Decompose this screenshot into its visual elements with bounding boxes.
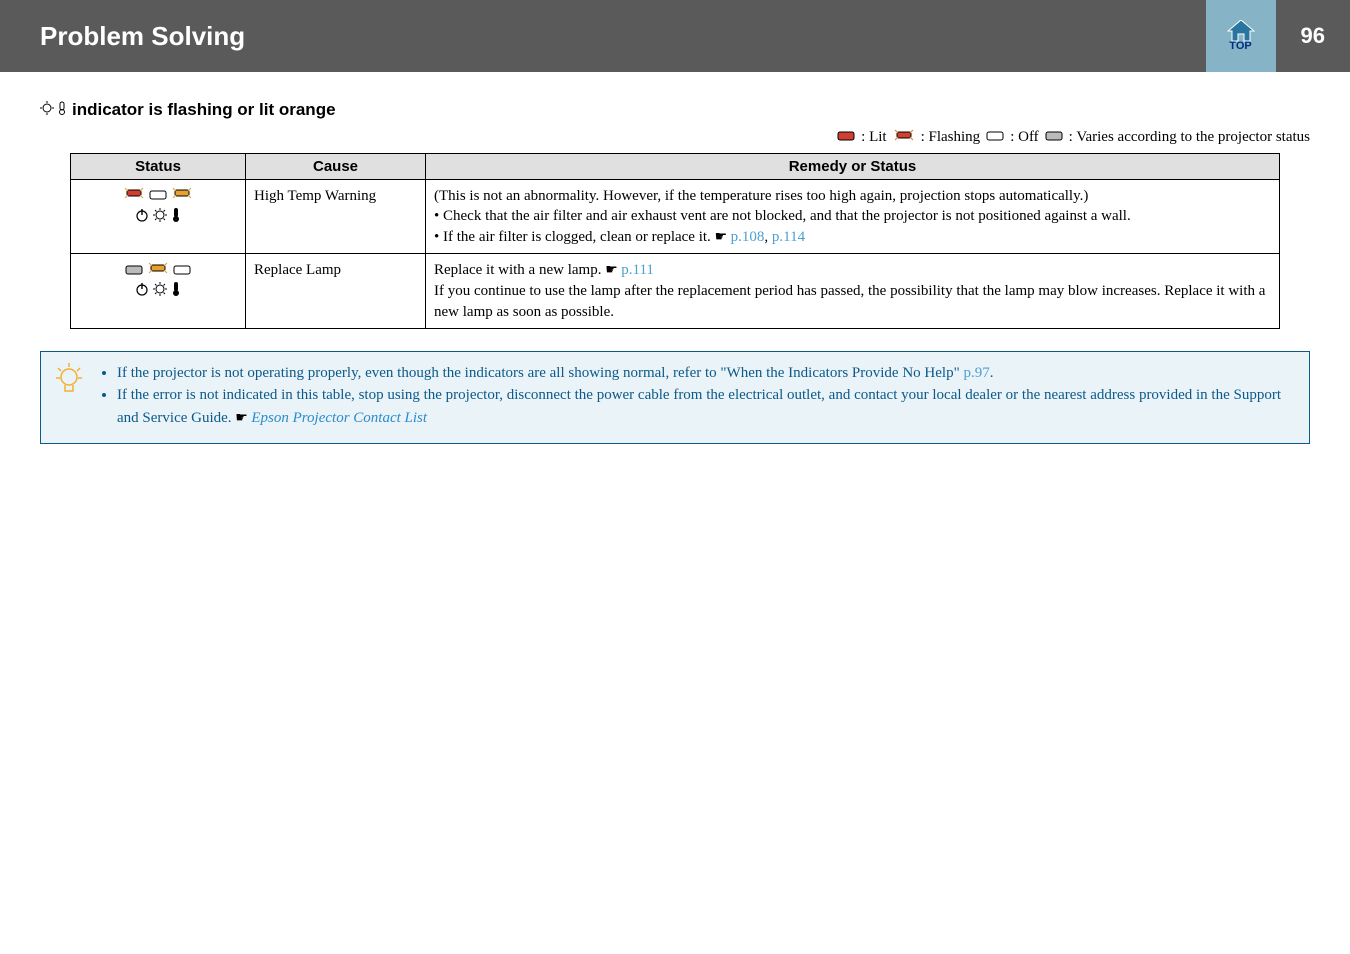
pointer-icon: ☛: [715, 230, 731, 245]
cause-cell: Replace Lamp: [246, 254, 426, 328]
lit-label: : Lit: [861, 129, 886, 146]
header-right: TOP 96: [1206, 0, 1350, 72]
page-link[interactable]: p.108: [731, 229, 765, 245]
remedy-bullet: • Check that the air filter and air exha…: [434, 206, 1271, 226]
status-varies-icon: [125, 261, 143, 281]
remedy-line: (This is not an abnormality. However, if…: [434, 186, 1271, 206]
header-bar: Problem Solving TOP 96: [0, 0, 1350, 72]
remedy-line: Replace it with a new lamp. ☛ p.111: [434, 260, 1271, 281]
status-lit-flash-orange-icon: [123, 186, 145, 206]
lit-icon: [837, 129, 855, 146]
remedy-bullet: • If the air filter is clogged, clean or…: [434, 227, 1271, 248]
varies-icon: [1045, 129, 1063, 146]
page-link[interactable]: p.111: [621, 262, 654, 278]
flashing-label: : Flashing: [921, 129, 981, 146]
status-table: Status Cause Remedy or Status: [70, 153, 1280, 329]
note-bullet: If the projector is not operating proper…: [117, 362, 1295, 385]
page-title: Problem Solving: [40, 21, 245, 52]
remedy-cell: Replace it with a new lamp. ☛ p.111 If y…: [426, 254, 1280, 328]
top-nav-button[interactable]: TOP: [1206, 0, 1276, 72]
top-label: TOP: [1229, 40, 1251, 52]
remedy-line: If you continue to use the lamp after th…: [434, 281, 1271, 322]
off-icon: [986, 129, 1004, 146]
status-flash-orange-icon: [171, 186, 193, 206]
note-body: If the projector is not operating proper…: [99, 362, 1295, 430]
note-box: If the projector is not operating proper…: [40, 351, 1310, 445]
status-flash-orange-icon: [147, 261, 169, 281]
table-row: High Temp Warning (This is not an abnorm…: [71, 180, 1280, 254]
legend-row: : Lit : Flashing : Off : Varies accordin…: [40, 120, 1310, 153]
status-cell: [71, 254, 246, 328]
varies-label: : Varies according to the projector stat…: [1069, 129, 1310, 146]
status-off-icon: [173, 261, 191, 281]
temp-outline-icon: [58, 100, 66, 120]
power-icon: [135, 282, 149, 302]
lamp-icon: [153, 208, 167, 228]
page-link[interactable]: p.114: [772, 229, 805, 245]
pointer-icon: ☛: [235, 411, 251, 426]
note-bullet: If the error is not indicated in this ta…: [117, 384, 1295, 429]
col-remedy: Remedy or Status: [426, 154, 1280, 180]
remedy-cell: (This is not an abnormality. However, if…: [426, 180, 1280, 254]
section-heading-text: indicator is flashing or lit orange: [72, 100, 336, 120]
section-heading: indicator is flashing or lit orange: [40, 100, 1310, 120]
external-link[interactable]: Epson Projector Contact List: [251, 410, 427, 426]
lamp-icon: [153, 282, 167, 302]
power-icon: [135, 208, 149, 228]
temp-icon: [171, 207, 181, 229]
home-icon: [1227, 20, 1255, 42]
col-cause: Cause: [246, 154, 426, 180]
page-number: 96: [1276, 23, 1350, 49]
flashing-icon: [893, 128, 915, 147]
off-label: : Off: [1010, 129, 1038, 146]
status-off-icon: [149, 186, 167, 206]
cause-cell: High Temp Warning: [246, 180, 426, 254]
temp-icon: [171, 281, 181, 303]
page-link[interactable]: p.97: [963, 365, 989, 381]
table-row: Replace Lamp Replace it with a new lamp.…: [71, 254, 1280, 328]
tip-icon: [55, 362, 85, 430]
status-cell: [71, 180, 246, 254]
col-status: Status: [71, 154, 246, 180]
lamp-outline-icon: [40, 100, 54, 120]
pointer-icon: ☛: [605, 263, 621, 278]
